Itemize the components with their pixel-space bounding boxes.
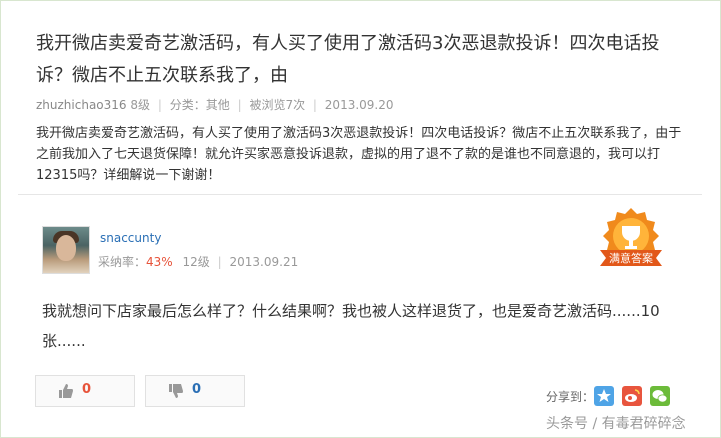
- wechat-icon[interactable]: [650, 386, 670, 406]
- meta-separator: |: [312, 98, 317, 112]
- answerer-name[interactable]: snaccunty: [100, 231, 161, 245]
- satisfied-answer-badge: 满意答案: [598, 206, 664, 280]
- thumbs-down-icon: [169, 384, 183, 398]
- weibo-icon[interactable]: [622, 386, 642, 406]
- answer-body: 我就想问下店家最后怎么样了？什么结果啊？我也被人这样退货了，也是爱奇艺激活码..…: [42, 302, 660, 350]
- watermark: 头条号 / 有毒君碎碎念: [546, 416, 686, 432]
- answer-meta: 采纳率：43% 12级 | 2013.09.21: [98, 253, 298, 270]
- upvote-count: 0: [82, 382, 92, 397]
- asker-level: 8级: [130, 98, 151, 112]
- weibo-eye-icon: [625, 389, 640, 402]
- answerer-level: 12级: [182, 255, 210, 269]
- trophy-badge-icon: 满意答案: [600, 208, 662, 266]
- share-label: 分享到：: [546, 390, 595, 404]
- question-title: 我开微店卖爱奇艺激活码，有人买了使用了激活码3次恶退款投诉！四次电话投诉？微店不…: [36, 33, 660, 86]
- thumbs-up-icon: [59, 384, 73, 398]
- downvote-count: 0: [192, 382, 202, 397]
- meta-separator: |: [157, 98, 162, 112]
- wechat-bubbles-icon: [652, 390, 668, 403]
- question-date: 2013.09.20: [324, 98, 394, 112]
- question-views: 被浏览7次: [249, 98, 306, 112]
- question-meta: zhuzhichao316 8级 | 分类：其他 | 被浏览7次 | 2013.…: [36, 96, 394, 113]
- acceptance-rate-value: 43%: [146, 255, 173, 269]
- badge-label: 满意答案: [609, 251, 653, 265]
- downvote-button[interactable]: 0: [145, 375, 245, 407]
- asker-name[interactable]: zhuzhichao316: [36, 98, 127, 112]
- upvote-button[interactable]: 0: [35, 375, 135, 407]
- avatar[interactable]: [42, 226, 90, 274]
- divider: [18, 194, 702, 195]
- meta-separator: |: [217, 255, 222, 269]
- answer-date: 2013.09.21: [229, 255, 299, 269]
- question-category[interactable]: 分类：其他: [170, 98, 230, 112]
- qzone-icon[interactable]: [594, 386, 614, 406]
- acceptance-rate-label: 采纳率：: [98, 255, 147, 269]
- meta-separator: |: [237, 98, 242, 112]
- qzone-star-icon: [597, 389, 611, 402]
- question-body: 我开微店卖爱奇艺激活码，有人买了使用了激活码3次恶退款投诉！四次电话投诉？微店不…: [36, 126, 682, 183]
- avatar-face: [56, 235, 76, 261]
